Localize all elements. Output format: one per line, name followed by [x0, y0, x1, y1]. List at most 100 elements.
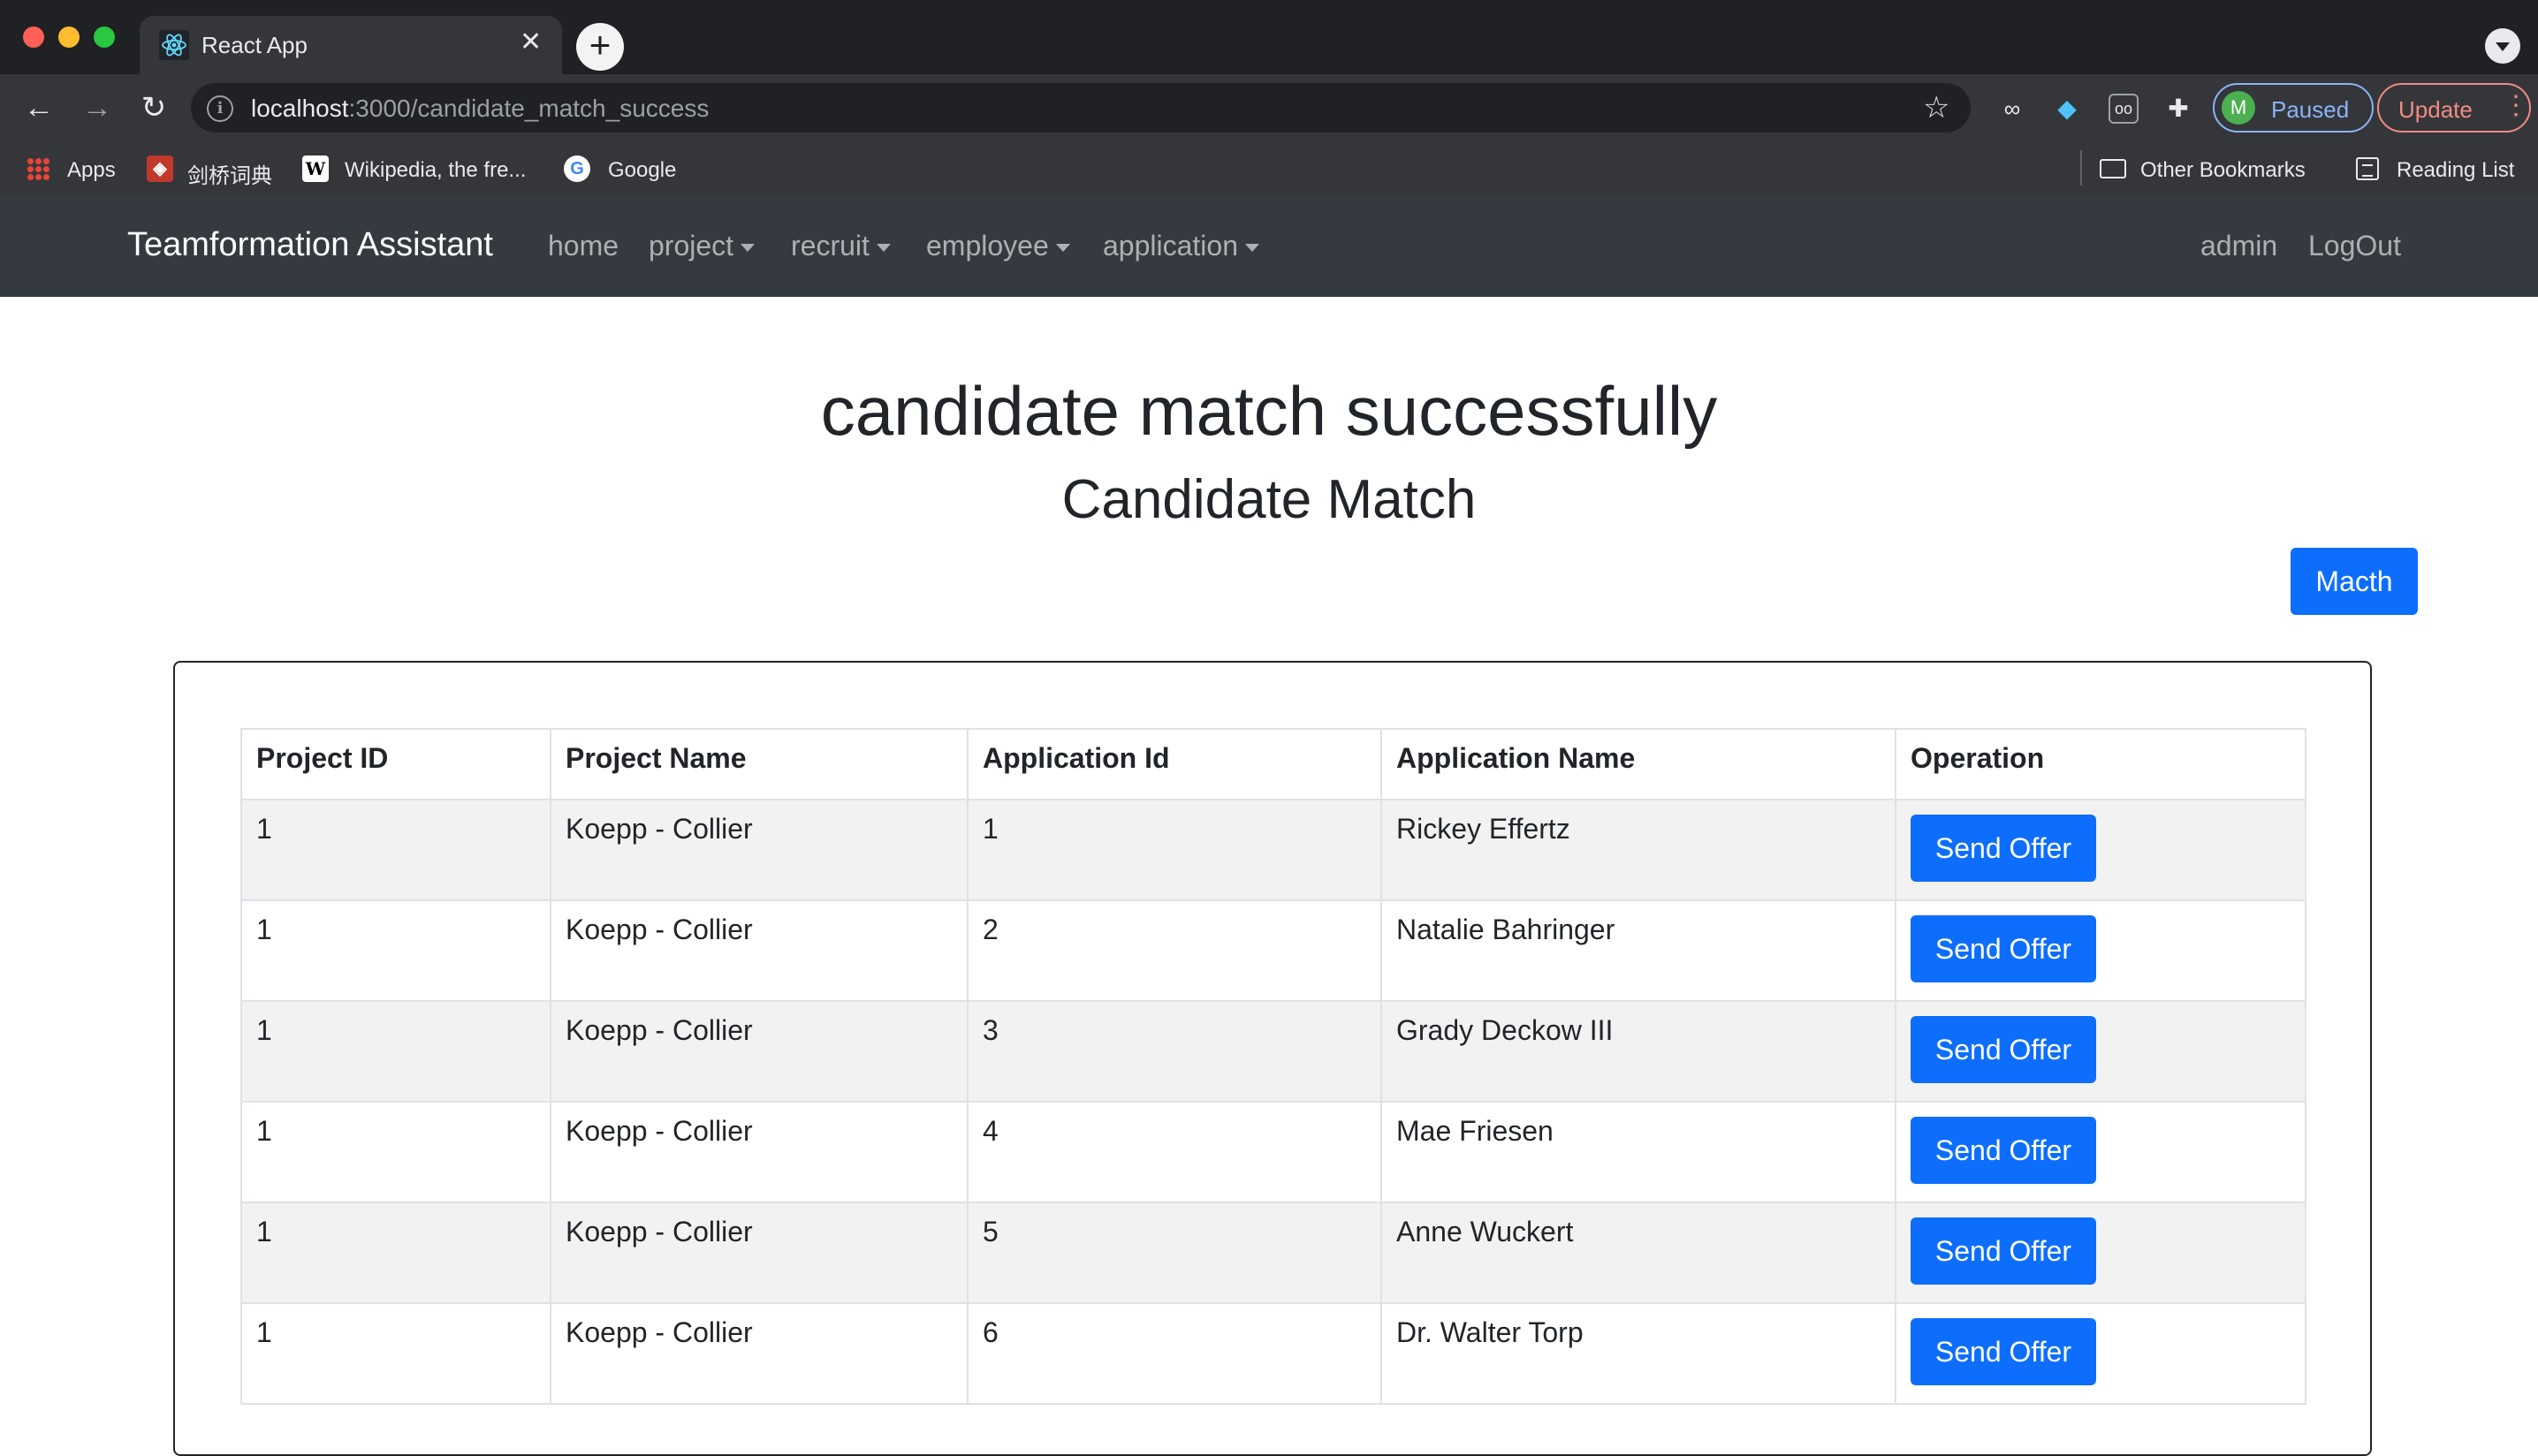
bookmark-star-icon[interactable]: ☆ [1923, 90, 1949, 125]
table-row: 1 Koepp - Collier 3 Grady Deckow III Sen… [240, 1000, 2306, 1103]
project-name-cell: Koepp - Collier [550, 1302, 969, 1405]
table-row: 1 Koepp - Collier 1 Rickey Effertz Send … [240, 799, 2306, 901]
site-info-icon[interactable]: i [207, 95, 233, 122]
send-offer-button[interactable]: Send Offer [1911, 1016, 2096, 1083]
nav-label: recruit [791, 230, 870, 262]
section-title: Candidate Match [1061, 469, 1477, 530]
new-tab-button[interactable]: + [576, 23, 624, 71]
column-header: Project Name [550, 728, 969, 800]
application-id-cell: 6 [967, 1302, 1382, 1405]
project-id-cell: 1 [240, 1000, 551, 1103]
column-header: Project ID [240, 728, 551, 800]
browser-toolbar: ← → ↻ i localhost:3000/candidate_match_s… [0, 74, 2538, 141]
maximize-window-button[interactable] [94, 27, 115, 48]
nav-label: home [548, 230, 619, 262]
operation-cell: Send Offer [1895, 1101, 2306, 1203]
application-name-cell: Dr. Walter Torp [1380, 1302, 1896, 1405]
project-id-cell: 1 [240, 799, 551, 901]
bookmarks-divider [2080, 150, 2082, 186]
infinity-extension-icon[interactable]: ∞ [1997, 94, 2027, 124]
nav-home[interactable]: home [548, 230, 619, 262]
application-name-cell: Mae Friesen [1380, 1101, 1896, 1203]
application-id-cell: 5 [967, 1202, 1382, 1304]
table-row: 1 Koepp - Collier 5 Anne Wuckert Send Of… [240, 1202, 2306, 1304]
tab-search-icon[interactable] [2485, 28, 2520, 64]
glasses-extension-icon[interactable]: oo [2109, 94, 2139, 124]
match-button[interactable]: Macth [2291, 548, 2418, 615]
browser-tab-strip: React App ✕ + [0, 0, 2538, 74]
address-bar[interactable]: i localhost:3000/candidate_match_success… [191, 83, 1971, 133]
close-window-button[interactable] [23, 27, 44, 48]
results-card: Project ID Project Name Application Id A… [173, 661, 2372, 1456]
send-offer-button[interactable]: Send Offer [1911, 915, 2096, 982]
update-label: Update [2398, 96, 2473, 123]
forward-arrow-icon[interactable]: → [78, 88, 117, 127]
cambridge-shield-icon: ◈ [147, 155, 173, 182]
minimize-window-button[interactable] [58, 27, 80, 48]
wikipedia-icon: W [302, 155, 329, 182]
table-row: 1 Koepp - Collier 2 Natalie Bahringer Se… [240, 899, 2306, 1002]
table-header-row: Project ID Project Name Application Id A… [240, 728, 2306, 800]
profile-status: Paused [2271, 96, 2350, 123]
table-row: 1 Koepp - Collier 4 Mae Friesen Send Off… [240, 1101, 2306, 1203]
send-offer-button[interactable]: Send Offer [1911, 815, 2096, 882]
nav-employee-dropdown[interactable]: employee [926, 230, 1070, 262]
chevron-down-icon [741, 244, 756, 253]
application-name-cell: Anne Wuckert [1380, 1202, 1896, 1304]
application-id-cell: 1 [967, 799, 1382, 901]
project-name-cell: Koepp - Collier [550, 1202, 969, 1304]
application-name-cell: Grady Deckow III [1380, 1000, 1896, 1103]
send-offer-button[interactable]: Send Offer [1911, 1318, 2096, 1385]
folder-icon [2100, 159, 2126, 178]
browser-tab[interactable]: React App ✕ [140, 16, 562, 74]
project-name-cell: Koepp - Collier [550, 799, 969, 901]
project-id-cell: 1 [240, 1202, 551, 1304]
send-offer-button[interactable]: Send Offer [1911, 1217, 2096, 1285]
nav-application-dropdown[interactable]: application [1103, 230, 1259, 262]
reload-icon[interactable]: ↻ [134, 88, 173, 127]
menu-dots-icon[interactable]: ⋮ [2503, 90, 2529, 121]
operation-cell: Send Offer [1895, 899, 2306, 1002]
bookmark-label: 剑桥词典 [187, 164, 272, 188]
candidate-match-table: Project ID Project Name Application Id A… [240, 728, 2306, 1405]
project-name-cell: Koepp - Collier [550, 1101, 969, 1203]
bookmark-label: Google [608, 158, 677, 182]
brand-link[interactable]: Teamformation Assistant [127, 226, 493, 264]
application-id-cell: 2 [967, 899, 1382, 1002]
avatar: M [2222, 91, 2255, 125]
operation-cell: Send Offer [1895, 1202, 2306, 1304]
page-title: candidate match successfully [820, 372, 1718, 450]
back-arrow-icon[interactable]: ← [19, 88, 58, 127]
column-header: Operation [1895, 728, 2306, 800]
bookmark-label: Other Bookmarks [2140, 158, 2306, 182]
column-header: Application Id [967, 728, 1382, 800]
chevron-down-icon [876, 244, 891, 253]
gem-extension-icon[interactable]: ◆ [2052, 94, 2082, 124]
nav-label: project [649, 230, 734, 262]
reading-list-icon [2356, 157, 2379, 180]
app-navbar: Teamformation Assistant home project rec… [0, 196, 2538, 297]
bookmark-label: Apps [67, 158, 116, 182]
google-icon: G [564, 155, 590, 182]
update-button[interactable]: Update ⋮ [2377, 83, 2531, 133]
bookmark-label: Wikipedia, the fre... [345, 158, 527, 182]
react-logo-icon [159, 30, 189, 60]
nav-logout[interactable]: LogOut [2308, 230, 2401, 262]
application-id-cell: 4 [967, 1101, 1382, 1203]
column-header: Application Name [1380, 728, 1896, 800]
application-id-cell: 3 [967, 1000, 1382, 1103]
project-name-cell: Koepp - Collier [550, 899, 969, 1002]
nav-recruit-dropdown[interactable]: recruit [791, 230, 891, 262]
nav-admin[interactable]: admin [2200, 230, 2277, 262]
tab-title: React App [201, 32, 308, 58]
extensions-puzzle-icon[interactable]: ✚ [2163, 94, 2193, 124]
send-offer-button[interactable]: Send Offer [1911, 1117, 2096, 1184]
close-tab-icon[interactable]: ✕ [520, 27, 542, 57]
profile-button[interactable]: M Paused [2213, 83, 2374, 133]
operation-cell: Send Offer [1895, 1000, 2306, 1103]
url-text[interactable]: localhost:3000/candidate_match_success [251, 95, 709, 123]
nav-project-dropdown[interactable]: project [649, 230, 756, 262]
project-id-cell: 1 [240, 1101, 551, 1203]
bookmark-label: Reading List [2397, 158, 2515, 182]
operation-cell: Send Offer [1895, 799, 2306, 901]
